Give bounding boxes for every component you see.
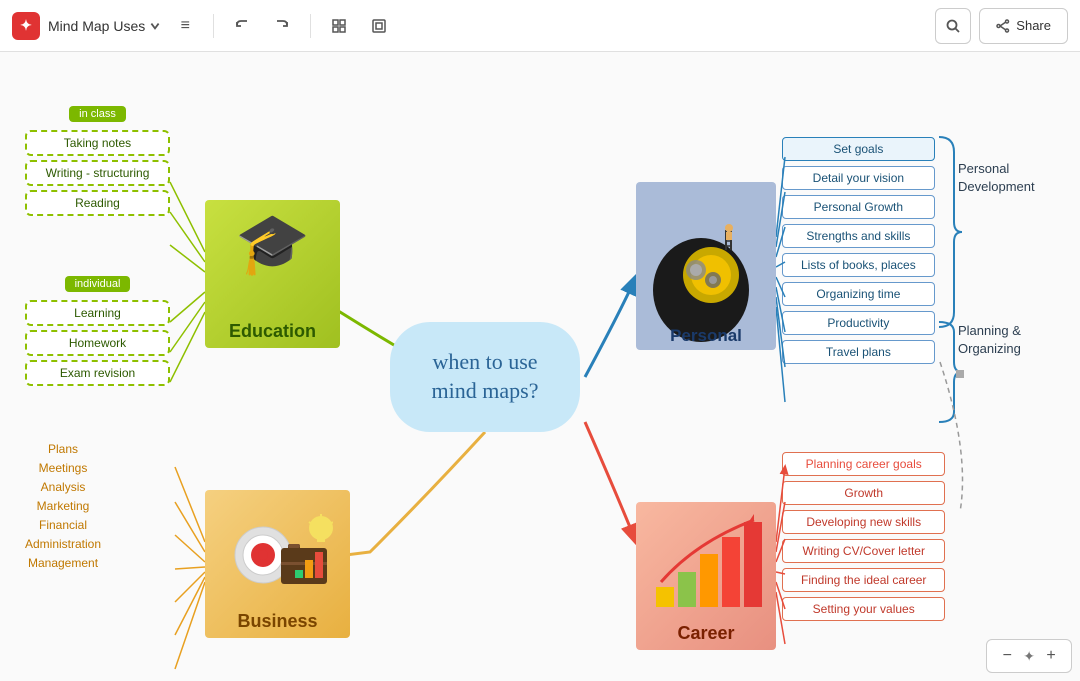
career-item-2: Developing new skills xyxy=(782,510,945,534)
center-node[interactable]: when to use mind maps? xyxy=(390,322,580,432)
document-title[interactable]: Mind Map Uses xyxy=(48,18,161,34)
career-item-4: Finding the ideal career xyxy=(782,568,945,592)
edu-item-writing: Writing - structuring xyxy=(25,160,170,186)
personal-item-4: Lists of books, places xyxy=(782,253,935,277)
career-illustration xyxy=(646,512,766,622)
business-sub-group: Plans Meetings Analysis Marketing Financ… xyxy=(25,442,101,575)
career-item-5: Setting your values xyxy=(782,597,945,621)
biz-item-3: Financial xyxy=(25,518,101,532)
zoom-in-button[interactable]: + xyxy=(1039,644,1063,668)
topbar-right: Share xyxy=(935,8,1068,44)
biz-item-0: Meetings xyxy=(25,461,101,475)
edu-item-taking-notes: Taking notes xyxy=(25,130,170,156)
redo-button[interactable] xyxy=(266,10,298,42)
career-sub-group: Planning career goals Growth Developing … xyxy=(782,447,945,626)
personal-node[interactable]: Personal xyxy=(636,182,776,350)
personal-item-0: Set goals xyxy=(782,137,935,161)
personal-item-1: Detail your vision xyxy=(782,166,935,190)
planning-label: Planning & Organizing xyxy=(958,322,1021,358)
career-label: Career xyxy=(636,623,776,644)
career-item-3: Writing CV/Cover letter xyxy=(782,539,945,563)
education-node[interactable]: 🎓 Education xyxy=(205,200,340,348)
business-plans-header: Plans xyxy=(25,442,101,456)
biz-item-5: Management xyxy=(25,556,101,570)
center-node-text: when to use mind maps? xyxy=(432,348,539,405)
zoom-out-button[interactable]: − xyxy=(995,644,1019,668)
personal-sub-group: Set goals Detail your vision Personal Gr… xyxy=(782,132,935,369)
zoom-fit-icon[interactable]: ✦ xyxy=(1023,648,1035,665)
business-illustration xyxy=(223,500,333,613)
biz-item-4: Administration xyxy=(25,537,101,551)
personal-item-6: Productivity xyxy=(782,311,935,335)
personal-item-3: Strengths and skills xyxy=(782,224,935,248)
topbar: ✦ Mind Map Uses ≡ Share xyxy=(0,0,1080,52)
personal-development-label: Personal Development xyxy=(958,160,1035,196)
in-class-badge: in class xyxy=(69,106,126,122)
edu-item-learning: Learning xyxy=(25,300,170,326)
edu-item-reading: Reading xyxy=(25,190,170,216)
frame-button[interactable] xyxy=(363,10,395,42)
career-item-0: Planning career goals xyxy=(782,452,945,476)
career-node[interactable]: Career xyxy=(636,502,776,650)
biz-item-1: Analysis xyxy=(25,480,101,494)
personal-item-5: Organizing time xyxy=(782,282,935,306)
education-illustration: 🎓 xyxy=(235,208,310,279)
education-label: Education xyxy=(205,321,340,342)
personal-item-2: Personal Growth xyxy=(782,195,935,219)
share-button[interactable]: Share xyxy=(979,8,1068,44)
career-item-1: Growth xyxy=(782,481,945,505)
undo-button[interactable] xyxy=(226,10,258,42)
business-label: Business xyxy=(205,611,350,632)
mind-map-canvas[interactable]: when to use mind maps? 🎓 Education xyxy=(0,52,1080,681)
search-button[interactable] xyxy=(935,8,971,44)
individual-badge: individual xyxy=(65,276,131,292)
layout-button[interactable] xyxy=(323,10,355,42)
edu-item-homework: Homework xyxy=(25,330,170,356)
zoom-controls: − ✦ + xyxy=(986,639,1072,673)
edu-item-exam: Exam revision xyxy=(25,360,170,386)
app-logo: ✦ xyxy=(12,12,40,40)
toolbar-divider2 xyxy=(310,14,311,38)
toolbar-divider xyxy=(213,14,214,38)
dashed-dot xyxy=(956,370,964,378)
personal-label: Personal xyxy=(636,326,776,346)
education-in-class-group: in class Taking notes Writing - structur… xyxy=(25,104,170,220)
personal-item-7: Travel plans xyxy=(782,340,935,364)
hamburger-menu[interactable]: ≡ xyxy=(169,10,201,42)
education-individual-group: individual Learning Homework Exam revisi… xyxy=(25,274,170,390)
biz-item-2: Marketing xyxy=(25,499,101,513)
business-node[interactable]: Business xyxy=(205,490,350,638)
